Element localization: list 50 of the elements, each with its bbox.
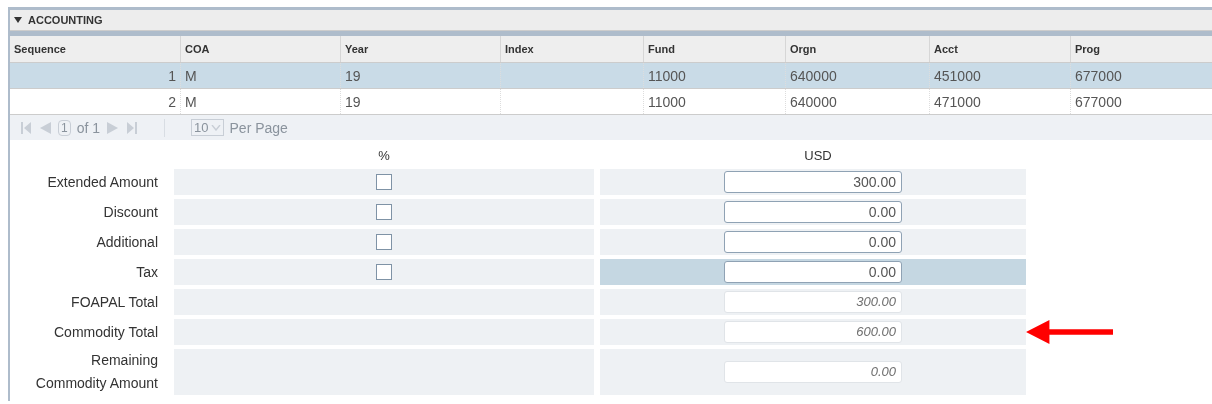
section-title: ACCOUNTING [28,14,103,26]
page-count: of 1 [76,119,101,136]
amount-field[interactable]: 0.00 [724,231,902,253]
table-cell: 19 [345,67,361,84]
field-label: FOAPAL Total [70,292,158,312]
table-cell: 2 [168,93,176,110]
table-cell: M [185,93,197,110]
table-cell: 11000 [648,67,686,84]
table-cell: 640000 [790,93,837,110]
amount-field: 600.00 [724,321,902,343]
field-label: Extended Amount [46,172,158,192]
checkbox[interactable] [376,264,392,280]
field-label: Commodity Total [53,322,158,342]
column-header[interactable]: Index [500,36,643,62]
column-header[interactable]: Sequence [10,36,180,62]
amount-field: 300.00 [724,291,902,313]
column-header[interactable]: Year [340,36,500,62]
per-page-label: Per Page [229,119,288,136]
table-cell: 11000 [648,93,686,110]
amount-field[interactable]: 0.00 [724,261,902,283]
caret-icon [210,124,221,131]
checkbox[interactable] [376,204,392,220]
table-row[interactable]: 2 M 19 11000 640000 471000 677000 [10,89,1212,115]
column-header[interactable]: Orgn [785,36,929,62]
amount-field[interactable]: 0.00 [724,201,902,223]
amount-field[interactable]: 300.00 [724,171,902,193]
column-header: USD [803,146,833,165]
table-cell: M [185,67,197,84]
checkbox[interactable] [376,234,392,250]
field-label: Tax [135,262,158,282]
field-label: Remaining Commodity Amount [34,351,158,393]
table-cell: 19 [345,93,361,110]
table-cell: 640000 [790,67,837,84]
column-header[interactable]: Acct [929,36,1070,62]
table-cell: 471000 [934,93,981,110]
checkbox[interactable] [376,174,392,190]
column-header[interactable]: Prog [1070,36,1212,62]
field-label: Additional [95,232,158,252]
table-cell: 451000 [934,67,981,84]
column-header[interactable]: COA [180,36,340,62]
table-cell: 677000 [1075,93,1122,110]
table-cell: 677000 [1075,67,1122,84]
table-cell: 1 [168,67,176,84]
pointer-arrow-icon [1026,320,1113,344]
column-header: % [377,146,391,165]
amount-field: 0.00 [724,361,902,383]
section-header[interactable]: ACCOUNTING [10,10,1212,31]
column-header[interactable]: Fund [643,36,785,62]
field-label: Discount [102,202,158,222]
table-row[interactable]: 1 M 19 11000 640000 451000 677000 [10,63,1212,89]
